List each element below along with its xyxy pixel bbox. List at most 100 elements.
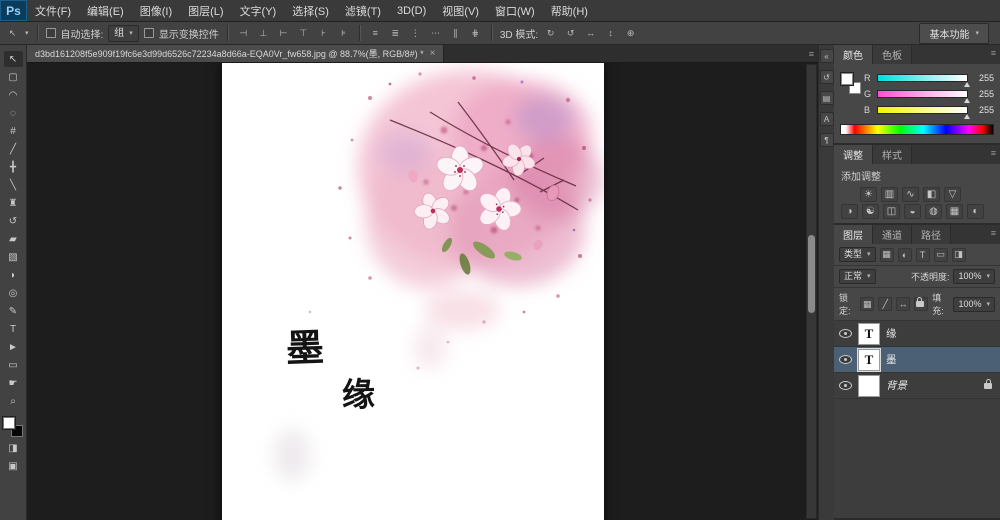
- menu-help[interactable]: 帮助(H): [543, 0, 596, 21]
- align-horizontal-centers-icon[interactable]: ⊥: [256, 26, 271, 41]
- layer-thumbnail[interactable]: T: [858, 323, 880, 345]
- collapse-panels-button[interactable]: «: [820, 49, 834, 63]
- tool-crop[interactable]: #: [4, 123, 23, 139]
- tool-horizontal-type[interactable]: T: [4, 321, 23, 337]
- tab-channels[interactable]: 通道: [873, 225, 912, 244]
- tool-blur[interactable]: ◗: [4, 267, 23, 283]
- menu-select[interactable]: 选择(S): [284, 0, 337, 21]
- calligraphy-text-mo[interactable]: 墨: [285, 329, 324, 368]
- panel-menu-icon[interactable]: ≡: [991, 48, 996, 58]
- exposure-icon[interactable]: ◧: [923, 187, 940, 202]
- properties-panel-button[interactable]: ▤: [820, 91, 834, 105]
- red-value[interactable]: 255: [972, 73, 994, 83]
- layer-filter-dropdown[interactable]: 类型▾: [839, 247, 876, 262]
- align-left-edges-icon[interactable]: ⊣: [236, 26, 251, 41]
- lock-position-icon[interactable]: ↔: [896, 297, 910, 311]
- show-transform-checkbox[interactable]: [144, 28, 154, 38]
- visibility-eye-icon[interactable]: [839, 355, 852, 364]
- tool-spot-healing-brush[interactable]: ╋: [4, 159, 23, 175]
- red-slider[interactable]: [877, 74, 968, 82]
- align-right-edges-icon[interactable]: ⊢: [276, 26, 291, 41]
- slider-thumb-icon[interactable]: [964, 82, 970, 87]
- tab-styles[interactable]: 样式: [873, 145, 912, 164]
- opacity-dropdown[interactable]: 100%▾: [953, 269, 995, 284]
- layer-row-background[interactable]: 背景: [834, 373, 1000, 399]
- slider-thumb-icon[interactable]: [964, 114, 970, 119]
- distribute-top-edges-icon[interactable]: ≡: [368, 26, 383, 41]
- tool-dodge[interactable]: ◎: [4, 285, 23, 301]
- align-vertical-centers-icon[interactable]: ⊦: [316, 26, 331, 41]
- tab-swatches[interactable]: 色板: [873, 45, 912, 64]
- 3d-pan-icon[interactable]: ↔: [583, 26, 598, 41]
- align-bottom-edges-icon[interactable]: ⊧: [336, 26, 351, 41]
- auto-select-dropdown[interactable]: 组▾: [108, 25, 139, 42]
- tab-close-icon[interactable]: ×: [430, 48, 436, 59]
- menu-filter[interactable]: 滤镜(T): [337, 0, 389, 21]
- layer-name[interactable]: 墨: [886, 352, 897, 367]
- menu-layer[interactable]: 图层(L): [180, 0, 231, 21]
- distribute-horizontal-centers-icon[interactable]: ∥: [448, 26, 463, 41]
- foreground-color-swatch[interactable]: [3, 417, 15, 429]
- 3d-rotate-icon[interactable]: ↻: [543, 26, 558, 41]
- 3d-roll-icon[interactable]: ↺: [563, 26, 578, 41]
- vertical-scrollbar[interactable]: [806, 64, 817, 519]
- layer-thumbnail[interactable]: [858, 375, 880, 397]
- menu-view[interactable]: 视图(V): [434, 0, 487, 21]
- panel-foreground-swatch[interactable]: [841, 73, 853, 85]
- tab-color[interactable]: 颜色: [834, 45, 873, 64]
- color-lookup-icon[interactable]: ▦: [946, 204, 963, 219]
- document-canvas[interactable]: 墨 缘: [222, 63, 604, 520]
- tool-rectangular-marquee[interactable]: ▢: [4, 69, 23, 85]
- blue-slider[interactable]: [877, 106, 968, 114]
- filter-pixel-layers-icon[interactable]: ▦: [880, 248, 894, 262]
- curves-icon[interactable]: ∿: [902, 187, 919, 202]
- tool-history-brush[interactable]: ↺: [4, 213, 23, 229]
- menu-3d[interactable]: 3D(D): [389, 0, 434, 21]
- channel-mixer-icon[interactable]: ◍: [925, 204, 942, 219]
- brightness-contrast-icon[interactable]: ☀: [860, 187, 877, 202]
- filter-shape-layers-icon[interactable]: ▭: [934, 248, 948, 262]
- scrollbar-thumb[interactable]: [808, 235, 815, 313]
- auto-select-checkbox[interactable]: [46, 28, 56, 38]
- tool-gradient[interactable]: ▧: [4, 249, 23, 265]
- tool-lasso[interactable]: ◠: [4, 87, 23, 103]
- layer-row-yuan[interactable]: T 缘: [834, 321, 1000, 347]
- tool-rectangle[interactable]: ▭: [4, 357, 23, 373]
- menu-window[interactable]: 窗口(W): [487, 0, 543, 21]
- layer-name[interactable]: 背景: [886, 378, 907, 393]
- filter-type-layers-icon[interactable]: T: [916, 248, 930, 262]
- layer-name[interactable]: 缘: [886, 326, 897, 341]
- tool-pen[interactable]: ✎: [4, 303, 23, 319]
- lock-image-pixels-icon[interactable]: ╱: [878, 297, 892, 311]
- menu-image[interactable]: 图像(I): [132, 0, 180, 21]
- filter-adjustment-layers-icon[interactable]: ◐: [898, 248, 912, 262]
- tab-adjustments[interactable]: 调整: [834, 145, 873, 164]
- lock-transparent-pixels-icon[interactable]: ▦: [860, 297, 874, 311]
- menu-type[interactable]: 文字(Y): [232, 0, 285, 21]
- tool-eraser[interactable]: ▰: [4, 231, 23, 247]
- tool-hand[interactable]: ☛: [4, 375, 23, 391]
- workspace-switcher-button[interactable]: 基本功能▾: [919, 23, 989, 44]
- distribute-vertical-centers-icon[interactable]: ≣: [388, 26, 403, 41]
- hue-saturation-icon[interactable]: ◑: [841, 204, 858, 219]
- calligraphy-text-yuan[interactable]: 缘: [342, 380, 376, 414]
- distribute-right-edges-icon[interactable]: ⋕: [468, 26, 483, 41]
- screen-mode-button[interactable]: ▣: [4, 458, 23, 474]
- blend-mode-dropdown[interactable]: 正常▾: [839, 269, 876, 284]
- 3d-slide-icon[interactable]: ↕: [603, 26, 618, 41]
- tool-preset-caret-icon[interactable]: ▾: [25, 29, 29, 37]
- green-slider[interactable]: [877, 90, 968, 98]
- visibility-eye-icon[interactable]: [839, 329, 852, 338]
- layer-thumbnail[interactable]: T: [858, 349, 880, 371]
- fill-dropdown[interactable]: 100%▾: [953, 297, 995, 312]
- tool-quick-selection[interactable]: ◌: [4, 105, 23, 121]
- align-top-edges-icon[interactable]: ⊤: [296, 26, 311, 41]
- current-tool-move-icon[interactable]: ↖: [5, 26, 20, 41]
- vibrance-icon[interactable]: ▽: [944, 187, 961, 202]
- tool-brush[interactable]: ╲: [4, 177, 23, 193]
- photo-filter-icon[interactable]: ◒: [904, 204, 921, 219]
- invert-icon[interactable]: ◐: [967, 204, 984, 219]
- panel-menu-icon[interactable]: ≡: [991, 228, 996, 238]
- tool-eyedropper[interactable]: ╱: [4, 141, 23, 157]
- menu-edit[interactable]: 编辑(E): [79, 0, 132, 21]
